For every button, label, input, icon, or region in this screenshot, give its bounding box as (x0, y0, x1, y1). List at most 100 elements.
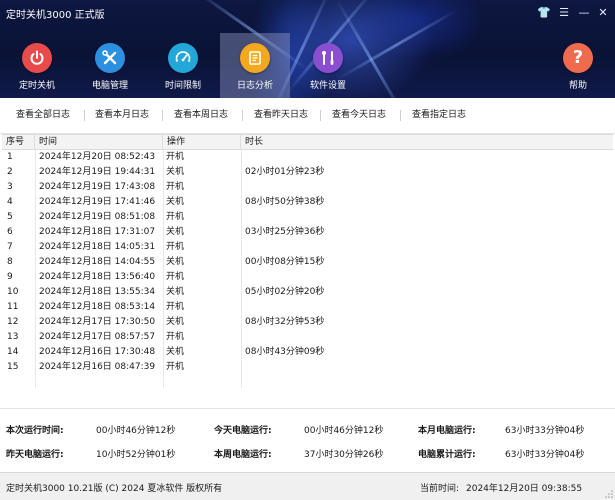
status-bar: 定时关机3000 10.21版 (C) 2024 夏冰软件 版权所有 当前时间:… (0, 472, 615, 500)
cell-time: 2024年12月19日 08:51:08 (39, 212, 156, 222)
table-row[interactable]: 1 2024年12月20日 08:52:43 开机 (2, 150, 613, 165)
log-filter-toolbar: 查看全部日志 查看本月日志 查看本周日志 查看昨天日志 查看今天日志 查看指定日… (0, 98, 615, 134)
view-month-logs-button[interactable]: 查看本月日志 (89, 107, 155, 123)
stat-label-this-month: 本月电脑运行: (418, 426, 476, 436)
power-icon (22, 43, 52, 73)
nav-help[interactable]: ? 帮助 (543, 35, 613, 95)
cell-index: 6 (7, 227, 13, 237)
table-header: 序号 时间 操作 时长 (2, 134, 613, 150)
cell-duration: 03小时25分钟36秒 (245, 227, 325, 237)
cell-duration: 08小时43分钟09秒 (245, 347, 325, 357)
nav-label: 时间限制 (164, 81, 201, 91)
cell-time: 2024年12月18日 13:56:40 (39, 272, 156, 282)
cell-duration: 05小时02分钟20秒 (245, 287, 325, 297)
toolbar-separator (400, 110, 401, 121)
column-header-time[interactable]: 时间 (35, 135, 163, 150)
nav-label: 定时关机 (18, 81, 55, 91)
cell-time: 2024年12月18日 14:05:31 (39, 242, 156, 252)
cell-time: 2024年12月19日 17:43:08 (39, 182, 156, 192)
stat-label-total: 电脑累计运行: (418, 450, 476, 460)
view-week-logs-button[interactable]: 查看本周日志 (168, 107, 234, 123)
resize-grip-icon[interactable] (605, 490, 613, 498)
stat-value-yesterday: 10小时52分钟01秒 (96, 450, 176, 460)
cell-action: 开机 (166, 272, 185, 282)
table-row[interactable]: 7 2024年12月18日 14:05:31 开机 (2, 240, 613, 255)
stat-value-this-month: 63小时33分钟04秒 (505, 426, 585, 436)
cell-action: 关机 (166, 167, 185, 177)
cell-time: 2024年12月19日 19:44:31 (39, 167, 156, 177)
view-all-logs-button[interactable]: 查看全部日志 (10, 107, 76, 123)
nav-label: 电脑管理 (91, 81, 128, 91)
table-row[interactable]: 4 2024年12月19日 17:41:46 关机 08小时50分钟38秒 (2, 195, 613, 210)
document-icon (240, 43, 270, 73)
cell-index: 3 (7, 182, 13, 192)
cell-action: 关机 (166, 287, 185, 297)
cell-action: 关机 (166, 257, 185, 267)
runtime-summary: 本次运行时间: 00小时46分钟12秒 今天电脑运行: 00小时46分钟12秒 … (0, 408, 615, 464)
view-yesterday-logs-button[interactable]: 查看昨天日志 (248, 107, 314, 123)
close-button[interactable]: ✕ (595, 6, 611, 20)
cell-action: 开机 (166, 302, 185, 312)
toolbar-separator (84, 110, 85, 121)
table-row[interactable]: 9 2024年12月18日 13:56:40 开机 (2, 270, 613, 285)
cell-index: 1 (7, 152, 13, 162)
cell-action: 关机 (166, 347, 185, 357)
cell-duration: 02小时01分钟23秒 (245, 167, 325, 177)
table-row[interactable]: 2 2024年12月19日 19:44:31 关机 02小时01分钟23秒 (2, 165, 613, 180)
stat-label-yesterday: 昨天电脑运行: (6, 450, 64, 460)
cell-index: 5 (7, 212, 13, 222)
cell-time: 2024年12月19日 17:41:46 (39, 197, 156, 207)
question-icon: ? (563, 43, 593, 73)
nav-log-analysis[interactable]: 日志分析 (220, 33, 290, 98)
column-header-duration[interactable]: 时长 (241, 135, 613, 150)
table-row[interactable]: 13 2024年12月17日 08:57:57 开机 (2, 330, 613, 345)
table-row[interactable]: 12 2024年12月17日 17:30:50 关机 08小时32分钟53秒 (2, 315, 613, 330)
current-time-label: 当前时间: (420, 484, 460, 494)
nav-software-settings[interactable]: 软件设置 (293, 35, 363, 95)
cell-time: 2024年12月17日 17:30:50 (39, 317, 156, 327)
cell-index: 15 (7, 362, 19, 372)
wrench-screwdriver-icon (313, 43, 343, 73)
cell-duration: 00小时08分钟15秒 (245, 257, 325, 267)
nav-pc-management[interactable]: 电脑管理 (75, 35, 145, 95)
cell-action: 关机 (166, 197, 185, 207)
cell-action: 关机 (166, 227, 185, 237)
cell-index: 12 (7, 317, 19, 327)
nav-time-limit[interactable]: 时间限制 (148, 35, 218, 95)
table-row[interactable]: 5 2024年12月19日 08:51:08 开机 (2, 210, 613, 225)
cell-time: 2024年12月18日 13:55:34 (39, 287, 156, 297)
cell-index: 14 (7, 347, 19, 357)
table-row[interactable]: 3 2024年12月19日 17:43:08 开机 (2, 180, 613, 195)
column-header-index[interactable]: 序号 (2, 135, 35, 150)
view-specified-logs-button[interactable]: 查看指定日志 (406, 107, 472, 123)
skin-icon[interactable]: 👕 (536, 6, 552, 20)
cell-time: 2024年12月16日 17:30:48 (39, 347, 156, 357)
cell-time: 2024年12月16日 08:47:39 (39, 362, 156, 372)
toolbar-separator (162, 110, 163, 121)
nav-label: 日志分析 (236, 81, 273, 91)
cell-action: 开机 (166, 332, 185, 342)
cell-index: 4 (7, 197, 13, 207)
stat-value-total: 63小时33分钟04秒 (505, 450, 585, 460)
table-row[interactable]: 14 2024年12月16日 17:30:48 关机 08小时43分钟09秒 (2, 345, 613, 360)
cell-time: 2024年12月18日 08:53:14 (39, 302, 156, 312)
table-row[interactable]: 8 2024年12月18日 14:04:55 关机 00小时08分钟15秒 (2, 255, 613, 270)
minimize-button[interactable]: — (576, 6, 592, 20)
table-row[interactable]: 6 2024年12月18日 17:31:07 关机 03小时25分钟36秒 (2, 225, 613, 240)
cell-time: 2024年12月18日 14:04:55 (39, 257, 156, 267)
log-table[interactable]: 序号 时间 操作 时长 1 2024年12月20日 08:52:43 开机 2 2024… (2, 134, 613, 406)
column-header-action[interactable]: 操作 (163, 135, 241, 150)
cell-index: 11 (7, 302, 19, 312)
cell-action: 开机 (166, 182, 185, 192)
nav-label: 帮助 (568, 81, 587, 91)
cell-action: 开机 (166, 212, 185, 222)
stat-label-current-session: 本次运行时间: (6, 426, 64, 436)
table-row[interactable]: 10 2024年12月18日 13:55:34 关机 05小时02分钟20秒 (2, 285, 613, 300)
toolbar-separator (320, 110, 321, 121)
tools-icon (95, 43, 125, 73)
table-row[interactable]: 11 2024年12月18日 08:53:14 开机 (2, 300, 613, 315)
view-today-logs-button[interactable]: 查看今天日志 (326, 107, 392, 123)
table-row[interactable]: 15 2024年12月16日 08:47:39 开机 (2, 360, 613, 375)
nav-shutdown-timer[interactable]: 定时关机 (2, 35, 72, 95)
menu-icon[interactable]: ☰ (556, 6, 572, 20)
